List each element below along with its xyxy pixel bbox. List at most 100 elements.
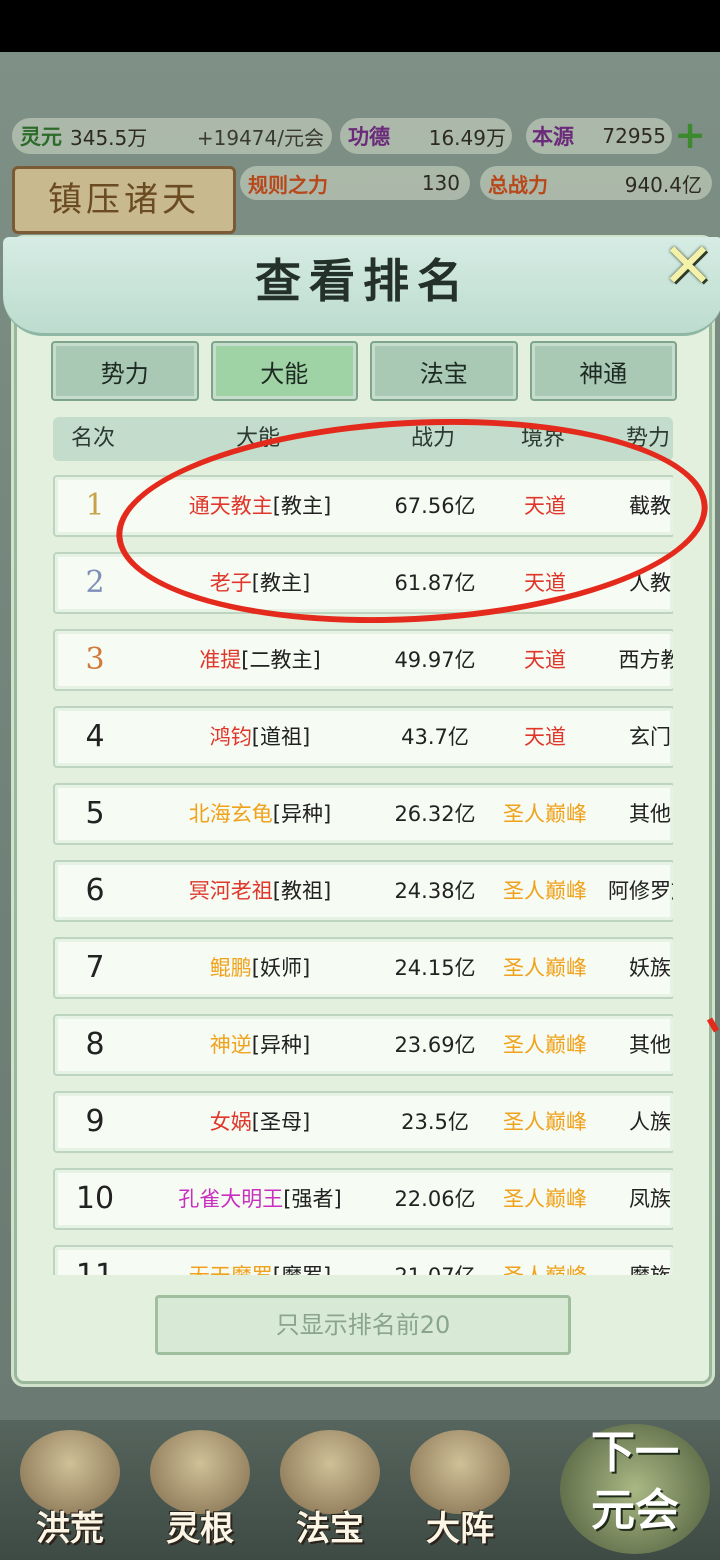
row-name-cell: 神逆[异种] [145,1016,375,1074]
header-realm: 境界 [520,426,565,451]
tab-shili[interactable]: 势力 [51,341,199,401]
ranking-list[interactable]: 1 通天教主[教主] 67.56亿 天道 截教 2 老子[教主] 61.87亿 天道 人教 3 准提[… [53,475,673,1275]
nav-fabao[interactable]: 法宝 [270,1430,390,1550]
row-realm: 天道 [524,571,566,595]
row-realm: 圣人巅峰 [495,1247,595,1275]
nav-dazhen-label: 大阵 [426,1509,494,1549]
row-realm: 圣人巅峰 [503,956,587,980]
tab-daneng[interactable]: 大能 [210,341,358,401]
table-row[interactable]: 9 女娲[圣母] 23.5亿 圣人巅峰 人族 [53,1091,673,1153]
row-faction: 阿修罗族 [608,879,673,903]
benyuan-resource: 本源 72955 [526,118,672,154]
modal-title: 查看排名 [255,254,471,308]
row-title-tag: [教主] [251,571,311,595]
tab-fabao[interactable]: 法宝 [370,341,518,401]
row-name-cell: 冥河老祖[教祖] [145,862,375,920]
row-name: 老子 [209,571,252,595]
header-power: 战力 [410,426,455,451]
row-rank: 11 [55,1247,135,1275]
row-name: 冥河老祖 [188,879,273,903]
header-rank: 名次 [70,426,115,451]
table-row[interactable]: 10 孔雀大明王[强者] 22.06亿 圣人巅峰 凤族 [53,1168,673,1230]
row-title-tag: [魔罗] [273,1264,331,1275]
row-name-cell: 无天魔罗[魔罗] [145,1247,375,1275]
add-resource-button[interactable]: + [672,116,708,154]
row-name: 无天魔罗 [189,1264,273,1275]
row-name: 孔雀大明王 [178,1187,284,1211]
row-rank: 9 [85,1104,105,1139]
lingyuan-value: 345.5万 [70,125,148,150]
row-title-tag: [异种] [251,1033,311,1057]
row-rank: 7 [85,950,105,985]
benyuan-label: 本源 [532,125,574,149]
header-name: 大能 [235,426,280,451]
nav-dazhen[interactable]: 大阵 [400,1430,520,1550]
row-realm: 圣人巅峰 [503,879,587,903]
table-header: 名次 大能 战力 境界 势力 [53,417,673,461]
row-faction: 其他 [629,1033,671,1057]
zongzhanli-label: 总战力 [488,172,548,197]
row-name-cell: 女娲[圣母] [145,1093,375,1151]
table-row[interactable]: 8 神逆[异种] 23.69亿 圣人巅峰 其他 [53,1014,673,1076]
row-name: 神逆 [209,1033,252,1057]
top20-filter-button[interactable]: 只显示排名前20 [155,1295,571,1355]
row-faction: 截教 [629,494,671,518]
table-row[interactable]: 3 准提[二教主] 49.97亿 天道 西方教 [53,629,673,691]
row-name-cell: 通天教主[教主] [145,477,375,535]
nav-honghuang[interactable]: 洪荒 [10,1430,130,1550]
table-row[interactable]: 4 鸿钧[道祖] 43.7亿 天道 玄门 [53,706,673,768]
table-row[interactable]: 2 老子[教主] 61.87亿 天道 人教 [53,552,673,614]
next-era-button[interactable]: 下一 元会 [560,1424,710,1554]
row-power: 24.38亿 [394,879,476,903]
row-power: 43.7亿 [401,725,469,749]
table-row[interactable]: 11无天魔罗[魔罗]21.07亿圣人巅峰魔族 [53,1245,673,1275]
row-title-tag: [强者] [283,1187,342,1211]
table-row[interactable]: 5 北海玄龟[异种] 26.32亿 圣人巅峰 其他 [53,783,673,845]
row-rank: 10 [75,1181,115,1216]
row-faction: 魔族 [595,1247,673,1275]
row-rank: 8 [85,1027,105,1062]
row-power: 26.32亿 [394,802,476,826]
row-name: 鲲鹏 [209,956,252,980]
row-faction: 人教 [629,571,671,595]
row-title-tag: [教主] [272,494,332,518]
row-title-tag: [妖师] [251,956,311,980]
nav-fabao-label: 法宝 [296,1509,364,1549]
guize-resource: 规则之力 130 [240,166,470,200]
row-title-tag: [圣母] [251,1110,311,1134]
row-name: 女娲 [209,1110,252,1134]
row-power: 61.87亿 [394,571,476,595]
row-power: 21.07亿 [375,1247,495,1275]
row-rank: 1 [85,488,105,523]
close-icon[interactable]: ✕ [657,235,719,297]
row-name-cell: 准提[二教主] [145,631,375,689]
row-rank: 4 [85,719,105,754]
table-row[interactable]: 6 冥河老祖[教祖] 24.38亿 圣人巅峰阿修罗族 [53,860,673,922]
row-rank: 5 [85,796,105,831]
nav-linggen[interactable]: 灵根 [140,1430,260,1550]
gongde-value: 16.49万 [428,125,506,150]
row-name: 鸿钧 [209,725,252,749]
lingyuan-rate: +19474/元会 [196,125,324,150]
row-title-tag: [道祖] [251,725,311,749]
tab-shentong[interactable]: 神通 [529,341,677,401]
row-rank: 2 [85,565,105,600]
lingyuan-resource: 灵元 345.5万 +19474/元会 [12,118,332,154]
row-power: 23.69亿 [394,1033,476,1057]
header-faction: 势力 [625,426,670,451]
gongde-label: 功德 [348,125,390,149]
row-name-cell: 孔雀大明王[强者] [145,1170,375,1228]
nav-linggen-label: 灵根 [166,1509,234,1549]
row-realm: 圣人巅峰 [503,1187,587,1211]
row-power: 49.97亿 [394,648,476,672]
row-power: 67.56亿 [394,494,476,518]
status-bar [0,0,720,52]
ranking-modal: 查看排名 ✕ 势力 大能 法宝 神通 名次 大能 战力 境界 势力 1 通天教主[… [3,235,720,1384]
row-power: 24.15亿 [394,956,476,980]
table-row[interactable]: 1 通天教主[教主] 67.56亿 天道 截教 [53,475,673,537]
row-realm: 圣人巅峰 [503,1033,587,1057]
zongzhanli-resource: 总战力 940.4亿 [480,166,712,200]
table-row[interactable]: 7 鲲鹏[妖师] 24.15亿 圣人巅峰 妖族 [53,937,673,999]
row-title-tag: [异种] [272,802,332,826]
row-faction: 人族 [629,1110,671,1134]
